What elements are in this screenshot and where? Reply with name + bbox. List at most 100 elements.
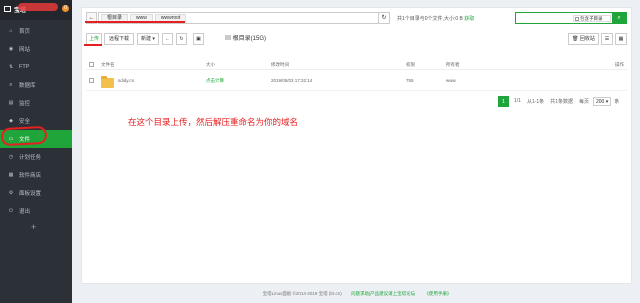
sidebar-item-logout[interactable]: ⏻ 退出 — [0, 202, 72, 220]
sidebar-item-label: 安全 — [19, 119, 31, 125]
header-perm[interactable]: 权限 — [406, 60, 415, 70]
sidebar-item-label: FTP — [19, 64, 30, 70]
select-all-checkbox[interactable] — [89, 62, 94, 67]
footer-manual-link[interactable]: 《使用手册》 — [424, 291, 451, 296]
sidebar-item-settings[interactable]: ⚙ 面板设置 — [0, 184, 72, 202]
file-mtime: 2019/05/03 17:32:14 — [271, 78, 313, 83]
home-icon: ⌂ — [9, 28, 13, 34]
per-page-unit: 条 — [614, 98, 620, 105]
annotation-underline-upload — [84, 44, 102, 46]
page-total: 共1条数据 — [550, 98, 573, 105]
refresh-list-button[interactable]: ↻ — [176, 33, 187, 45]
recycle-bin-label: 回收站 — [579, 36, 595, 42]
get-size-link[interactable]: 获取 — [464, 16, 474, 22]
monitor-logo-icon — [4, 6, 11, 12]
calculate-size-link[interactable]: 点击计算 — [206, 71, 224, 91]
redaction-mark — [18, 3, 58, 11]
per-page-label: 每页 — [578, 98, 589, 105]
per-page-select[interactable]: 200 ▾ — [592, 96, 612, 106]
sidebar-item-monitor[interactable]: ▤ 监控 — [0, 94, 72, 112]
annotation-instruction: 在这个目录上传，然后解压重命名为你的域名 — [128, 118, 299, 128]
sidebar-item-label: 首页 — [19, 29, 31, 35]
header-owner[interactable]: 所有者 — [446, 60, 460, 70]
disk-icon: ▤ — [225, 36, 233, 42]
new-dropdown-button[interactable]: 新建 ▾ — [137, 33, 159, 45]
table-row[interactable]: sdidy.cn 点击计算 2019/05/03 17:32:14 755 ww… — [86, 71, 627, 91]
refresh-button[interactable]: ↻ — [378, 12, 390, 24]
disk-label: 根目录(15G) — [232, 36, 267, 42]
remote-download-button[interactable]: 远程下载 — [104, 33, 134, 45]
sidebar-item-label: 计划任务 — [19, 155, 42, 161]
checkbox-icon — [575, 16, 579, 21]
action-toolbar: 上传 远程下载 新建 ▾ ← ↻ ▣ ▤ 根目录(15G) 🗑 回收站 ☰ ▦ — [86, 33, 627, 45]
footer-forum-link[interactable]: 问题求助|产品建议请上宝塔论坛 — [351, 291, 415, 296]
sidebar-item-label: 网站 — [19, 47, 31, 53]
annotation-circle — [0, 125, 48, 147]
include-subdir-label: 包含子目录 — [580, 16, 603, 21]
list-view-icon: ☰ — [604, 36, 610, 42]
file-owner: www — [446, 78, 456, 83]
search-box: 包含子目录 ⌕ — [515, 12, 627, 24]
recycle-bin-button[interactable]: 🗑 回收站 — [568, 33, 599, 45]
file-manager-panel: ← 根目录 www wwwroot ↻ 共1个目录与0个文件,大小:0 B 获取… — [81, 7, 632, 284]
monitor-icon: ▤ — [8, 100, 14, 106]
arrow-left-icon: ← — [165, 36, 170, 42]
file-perm[interactable]: 755 — [406, 71, 414, 91]
sidebar-item-cron[interactable]: ◷ 计划任务 — [0, 148, 72, 166]
sidebar-item-label: 软件商店 — [19, 173, 42, 179]
grid-view-button[interactable]: ▦ — [615, 33, 627, 45]
path-toolbar: ← 根目录 www wwwroot ↻ 共1个目录与0个文件,大小:0 B 获取… — [86, 12, 627, 26]
pagination: 1 1/1 从1-1条 共1条数据 每页 200 ▾ 条 — [498, 95, 622, 107]
sidebar-item-ftp[interactable]: ⇅ FTP — [0, 58, 72, 76]
sidebar-item-store[interactable]: ▦ 软件商店 — [0, 166, 72, 184]
header-size[interactable]: 大小 — [206, 60, 215, 70]
footer: 宝塔Linux面板 ©2014-2019 宝塔 (bt.cn) 问题求助|产品建… — [82, 291, 632, 297]
gear-icon: ⚙ — [8, 190, 14, 196]
table-header: 文件名 大小 修改时间 权限 所有者 操作 — [86, 60, 627, 70]
directory-info-text: 共1个目录与0个文件,大小:0 B — [397, 16, 463, 22]
terminal-icon: ▣ — [196, 36, 201, 42]
row-checkbox[interactable] — [89, 78, 94, 83]
store-icon: ▦ — [8, 172, 14, 178]
refresh-icon: ↻ — [381, 15, 387, 21]
clock-icon: ◷ — [8, 154, 14, 160]
sidebar-item-label: 面板设置 — [19, 191, 42, 197]
sidebar-item-database[interactable]: ≡ 数据库 — [0, 76, 72, 94]
terminal-button[interactable]: ▣ — [193, 33, 204, 45]
globe-icon: ◉ — [8, 46, 14, 52]
sidebar: 宝塔 0 ⌂ 首页 ◉ 网站 ⇅ FTP ≡ 数据库 ▤ 监控 ◆ 安全 ▭ 文件 ◷ 计划任务… — [0, 0, 72, 303]
notification-badge[interactable]: 0 — [62, 5, 69, 12]
sidebar-item-website[interactable]: ◉ 网站 — [0, 40, 72, 58]
list-view-button[interactable]: ☰ — [601, 33, 613, 45]
include-subdir-checkbox[interactable]: 包含子目录 — [573, 15, 611, 22]
logo: 宝塔 0 — [0, 0, 72, 20]
sidebar-item-home[interactable]: ⌂ 首页 — [0, 22, 72, 40]
annotation-underline-path — [85, 21, 185, 23]
search-button[interactable]: ⌕ — [612, 13, 626, 23]
header-actions: 操作 — [615, 62, 624, 67]
header-mtime[interactable]: 修改时间 — [271, 60, 289, 70]
ftp-icon: ⇅ — [8, 64, 14, 70]
refresh-icon: ↻ — [179, 36, 184, 42]
file-name[interactable]: sdidy.cn — [118, 71, 134, 91]
database-icon: ≡ — [9, 82, 13, 88]
disk-selector[interactable]: ▤ 根目录(15G) — [225, 33, 266, 45]
folder-icon — [101, 76, 114, 88]
back-dir-button[interactable]: ← — [162, 33, 173, 45]
sidebar-item-label: 数据库 — [19, 83, 36, 89]
sidebar-nav: ⌂ 首页 ◉ 网站 ⇅ FTP ≡ 数据库 ▤ 监控 ◆ 安全 ▭ 文件 ◷ 计划任务 ▦ 软件商… — [0, 22, 72, 220]
page-current[interactable]: 1 — [498, 95, 509, 107]
shield-icon: ◆ — [9, 118, 13, 124]
search-input[interactable] — [518, 14, 574, 23]
trash-icon: 🗑 — [572, 36, 580, 42]
sidebar-item-label: 监控 — [19, 101, 31, 107]
add-plugin-button[interactable]: + — [31, 222, 36, 232]
search-icon: ⌕ — [617, 15, 621, 21]
sidebar-item-label: 退出 — [19, 209, 31, 215]
page-of: 1/1 — [514, 98, 521, 104]
footer-copyright: 宝塔Linux面板 ©2014-2019 宝塔 (bt.cn) — [262, 291, 342, 296]
page-range: 从1-1条 — [526, 98, 545, 105]
header-name[interactable]: 文件名 — [101, 60, 115, 70]
logout-icon: ⏻ — [9, 208, 13, 214]
directory-info: 共1个目录与0个文件,大小:0 B 获取 — [397, 15, 474, 22]
